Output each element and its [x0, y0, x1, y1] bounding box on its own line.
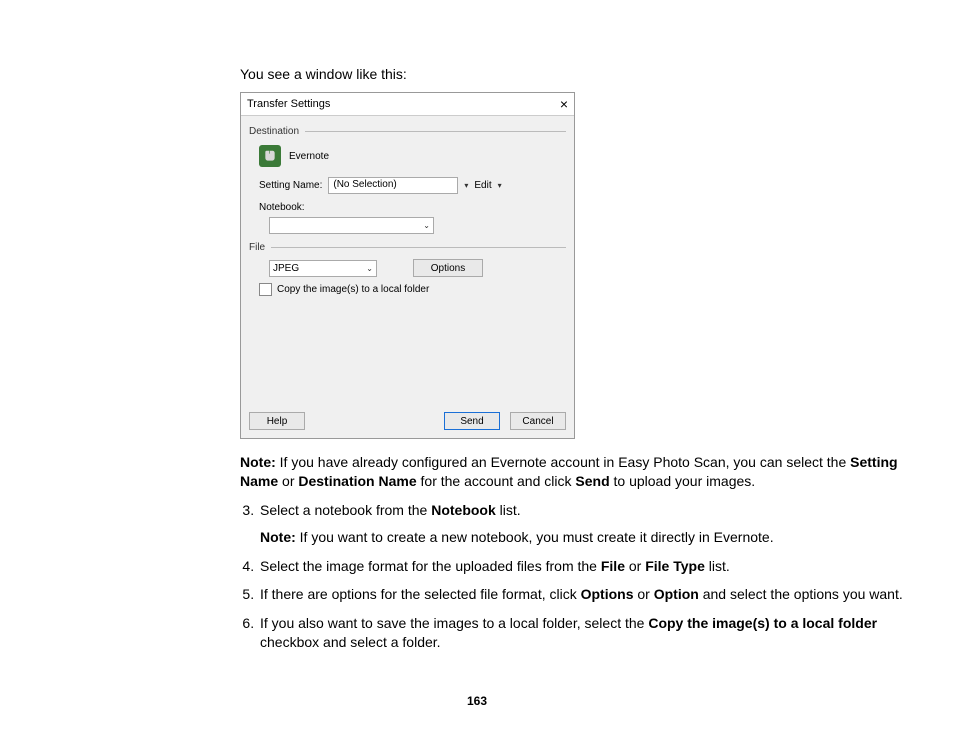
chevron-down-icon[interactable]: ▾ [464, 181, 468, 190]
step-6: If you also want to save the images to a… [258, 614, 934, 652]
file-format-value: JPEG [273, 263, 299, 274]
text: Select a notebook from the [260, 502, 431, 518]
evernote-icon [259, 145, 281, 167]
notebook-label: Notebook: [259, 202, 305, 213]
text: Select the image format for the uploaded… [260, 558, 601, 574]
text: File Type [645, 558, 705, 574]
send-button[interactable]: Send [444, 412, 500, 430]
note-paragraph: Note: If you have already configured an … [240, 453, 934, 491]
text: If you want to create a new notebook, yo… [296, 529, 774, 545]
chevron-down-icon: ⌄ [423, 221, 430, 230]
help-button[interactable]: Help [249, 412, 305, 430]
text: for the account and click [417, 473, 576, 489]
text: or [278, 473, 298, 489]
text: list. [705, 558, 730, 574]
text: Destination Name [298, 473, 416, 489]
text: If you have already configured an Everno… [276, 454, 850, 470]
step-3: Select a notebook from the Notebook list… [258, 501, 934, 547]
cancel-button[interactable]: Cancel [510, 412, 566, 430]
file-format-dropdown[interactable]: JPEG ⌄ [269, 260, 377, 277]
text: or [625, 558, 645, 574]
divider [305, 131, 566, 132]
dialog-title: Transfer Settings [247, 98, 330, 110]
note-label: Note: [260, 529, 296, 545]
copy-local-checkbox[interactable] [259, 283, 272, 296]
text: or [633, 586, 653, 602]
text: and select the options you want. [699, 586, 903, 602]
text: If you also want to save the images to a… [260, 615, 648, 631]
text: Option [654, 586, 699, 602]
group-destination-legend: Destination [249, 126, 299, 137]
text: Options [581, 586, 634, 602]
text: File [601, 558, 625, 574]
text: list. [496, 502, 521, 518]
destination-service: Evernote [289, 151, 329, 162]
notebook-dropdown[interactable]: ⌄ [269, 217, 434, 234]
chevron-down-icon[interactable]: ▾ [498, 181, 502, 190]
group-file-legend: File [249, 242, 265, 253]
divider [271, 247, 566, 248]
edit-menu[interactable]: Edit [474, 180, 491, 191]
steps-list: Select a notebook from the Notebook list… [220, 501, 934, 652]
text: Notebook [431, 502, 496, 518]
text: checkbox and select a folder. [260, 634, 441, 650]
text: If there are options for the selected fi… [260, 586, 581, 602]
note-label: Note: [240, 454, 276, 470]
step-5: If there are options for the selected fi… [258, 585, 934, 604]
text: to upload your images. [610, 473, 756, 489]
transfer-settings-dialog: Transfer Settings × Destination Evernote… [240, 92, 575, 439]
intro-text: You see a window like this: [240, 66, 934, 82]
step-4: Select the image format for the uploaded… [258, 557, 934, 576]
setting-name-label: Setting Name: [259, 180, 322, 191]
copy-local-label: Copy the image(s) to a local folder [277, 284, 429, 295]
chevron-down-icon: ⌄ [366, 264, 373, 273]
setting-name-dropdown[interactable]: (No Selection) [328, 177, 458, 194]
text: Copy the image(s) to a local folder [648, 615, 877, 631]
page-number: 163 [0, 694, 954, 708]
text: Send [575, 473, 609, 489]
close-icon[interactable]: × [560, 96, 568, 112]
options-button[interactable]: Options [413, 259, 483, 277]
